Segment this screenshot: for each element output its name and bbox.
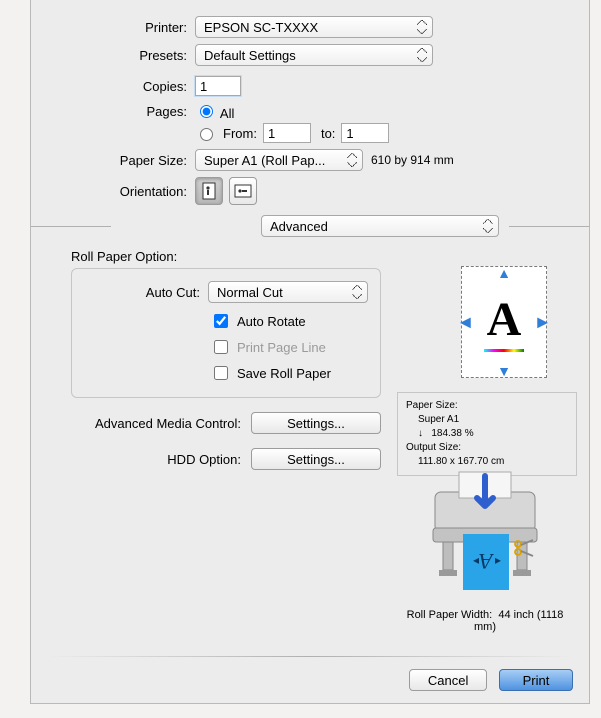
print-page-line-label: Print Page Line [237, 340, 326, 355]
paper-size-label: Paper Size: [45, 153, 195, 168]
radio-from[interactable] [200, 128, 213, 141]
save-roll-paper-label: Save Roll Paper [237, 366, 331, 381]
hdd-settings-button[interactable]: Settings... [251, 448, 381, 470]
preview-glyph: A [484, 292, 524, 347]
rainbow-bar-icon [484, 349, 524, 352]
hdd-label: HDD Option: [71, 452, 251, 467]
auto-cut-label: Auto Cut: [84, 285, 208, 300]
print-page-line-row[interactable]: Print Page Line [210, 337, 368, 357]
svg-text:▸: ▸ [495, 553, 501, 567]
adv-media-label: Advanced Media Control: [71, 416, 251, 431]
presets-label: Presets: [45, 48, 195, 63]
orientation-portrait-button[interactable] [195, 177, 223, 205]
arrow-right-icon: ▶ [537, 314, 548, 331]
roll-paper-group: Auto Cut: Normal Cut Auto Rotate Print P… [71, 268, 381, 398]
paper-size-select[interactable]: Super A1 (Roll Pap... [195, 149, 363, 171]
orientation-landscape-button[interactable] [229, 177, 257, 205]
printer-row: Printer: EPSON SC-TXXXX [45, 16, 575, 38]
printer-illustration: A ◂ ▸ Roll Paper Width: 44 inch (1118 mm… [405, 462, 565, 622]
dialog-footer: Cancel Print [47, 646, 573, 691]
printer-select[interactable]: EPSON SC-TXXXX [195, 16, 433, 38]
auto-rotate-checkbox[interactable] [214, 314, 228, 328]
info-scale: 184.38 % [431, 428, 473, 439]
from-label: From: [223, 126, 257, 141]
save-roll-paper-row[interactable]: Save Roll Paper [210, 363, 368, 383]
info-output-label: Output Size: [406, 441, 568, 455]
save-roll-paper-checkbox[interactable] [214, 366, 228, 380]
info-paper-size-label: Paper Size: [406, 399, 568, 413]
all-label: All [220, 106, 234, 121]
orientation-row: Orientation: [45, 177, 575, 205]
printer-icon: A ◂ ▸ [415, 462, 555, 602]
portrait-icon [201, 182, 217, 200]
roll-paper-option-label: Roll Paper Option: [71, 249, 575, 264]
auto-rotate-row[interactable]: Auto Rotate [210, 311, 368, 331]
roll-width-row: Roll Paper Width: 44 inch (1118 mm) [405, 609, 565, 633]
footer-divider [47, 656, 573, 657]
pages-row-from: From: to: [45, 123, 575, 143]
to-label: to: [321, 126, 335, 141]
printer-label: Printer: [45, 20, 195, 35]
pages-all-option[interactable]: All [195, 102, 234, 121]
arrow-up-icon: ▲ [497, 265, 511, 281]
arrow-down-icon: ▼ [497, 363, 511, 379]
pages-from-option[interactable]: From: to: [195, 123, 393, 143]
preview-page: ▲ ▼ ◀ ▶ A [461, 266, 547, 378]
scale-arrow-icon: ↓ [418, 428, 423, 439]
arrow-left-icon: ◀ [460, 314, 471, 331]
pages-row-all: Pages: All [45, 102, 575, 121]
pages-label: Pages: [45, 104, 195, 119]
print-button[interactable]: Print [499, 669, 573, 691]
print-dialog: Printer: EPSON SC-TXXXX Presets: Default… [30, 0, 590, 704]
adv-media-settings-button[interactable]: Settings... [251, 412, 381, 434]
roll-width-label: Roll Paper Width: [407, 609, 493, 621]
landscape-icon [234, 183, 252, 199]
cancel-button[interactable]: Cancel [409, 669, 487, 691]
svg-text:A: A [479, 549, 495, 574]
auto-cut-select[interactable]: Normal Cut [208, 281, 368, 303]
print-page-line-checkbox[interactable] [214, 340, 228, 354]
printer-select-wrap[interactable]: EPSON SC-TXXXX [195, 16, 433, 38]
paper-size-row: Paper Size: Super A1 (Roll Pap... 610 by… [45, 149, 575, 171]
paper-size-dim: 610 by 914 mm [371, 153, 454, 167]
paper-size-select-wrap[interactable]: Super A1 (Roll Pap... [195, 149, 363, 171]
from-input[interactable] [263, 123, 311, 143]
info-paper-size: Super A1 [406, 413, 568, 427]
auto-rotate-label: Auto Rotate [237, 314, 306, 329]
presets-select[interactable]: Default Settings [195, 44, 433, 66]
pane-select-wrap[interactable]: Advanced [261, 215, 499, 237]
radio-all[interactable] [200, 105, 213, 118]
svg-text:◂: ◂ [473, 553, 479, 567]
page-preview: ▲ ▼ ◀ ▶ A [441, 266, 567, 378]
copies-label: Copies: [45, 79, 195, 94]
presets-row: Presets: Default Settings [45, 44, 575, 66]
pane-select[interactable]: Advanced [261, 215, 499, 237]
auto-cut-row: Auto Cut: Normal Cut [84, 281, 368, 303]
auto-cut-select-wrap[interactable]: Normal Cut [208, 281, 368, 303]
orientation-label: Orientation: [45, 184, 195, 199]
to-input[interactable] [341, 123, 389, 143]
presets-select-wrap[interactable]: Default Settings [195, 44, 433, 66]
copies-row: Copies: [45, 76, 575, 96]
copies-input[interactable] [195, 76, 241, 96]
pane-divider: Advanced [45, 215, 575, 237]
